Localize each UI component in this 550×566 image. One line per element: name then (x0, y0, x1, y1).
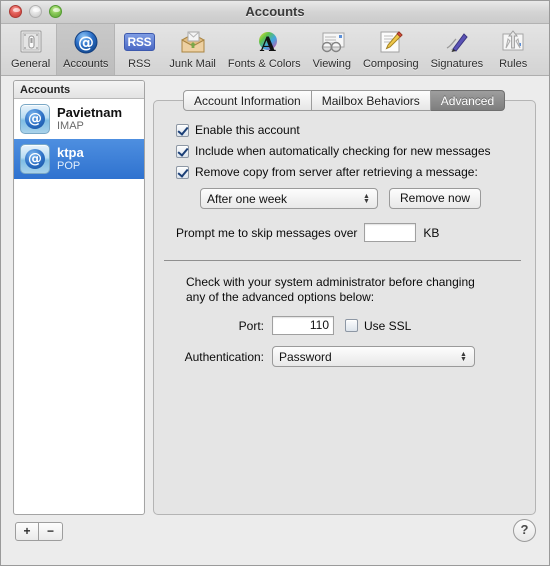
admin-note-line-2: any of the advanced options below: (186, 290, 375, 304)
toolbar-item-signatures[interactable]: Signatures (425, 24, 490, 75)
include-auto-check-label: Include when automatically checking for … (195, 144, 491, 158)
section-divider (164, 260, 521, 261)
account-at-icon: @ (20, 104, 50, 134)
authentication-label: Authentication: (184, 349, 264, 364)
viewing-icon (316, 27, 348, 57)
rss-badge-icon: RSS (123, 27, 156, 57)
authentication-value: Password (279, 349, 332, 364)
toolbar-label-junk-mail: Junk Mail (169, 58, 216, 70)
window-title: Accounts (245, 4, 305, 19)
authentication-popup[interactable]: Password ▲ ▼ (272, 346, 475, 367)
accounts-list-header: Accounts (14, 81, 144, 99)
preferences-window: Accounts General @ Accounts RSS RSS Junk… (0, 0, 550, 566)
skip-messages-label: Prompt me to skip messages over (176, 225, 358, 240)
toolbar-item-rules[interactable]: Rules (489, 24, 537, 75)
account-name: Pavietnam (57, 105, 123, 120)
account-name: ktpa (57, 145, 84, 160)
account-at-icon: @ (20, 144, 50, 174)
toolbar-item-general[interactable]: General (5, 24, 56, 75)
list-item-account-pavietnam[interactable]: @ Pavietnam IMAP (14, 99, 144, 139)
general-icon (15, 27, 47, 57)
port-label: Port: (238, 318, 264, 333)
chevron-updown-icon: ▲ ▼ (460, 350, 467, 363)
toolbar-item-accounts[interactable]: @ Accounts (56, 24, 116, 75)
rules-icon (497, 27, 529, 57)
row-remove-copy[interactable]: Remove copy from server after retrieving… (176, 165, 535, 179)
remove-copy-label: Remove copy from server after retrieving… (195, 165, 478, 179)
toolbar-label-general: General (11, 58, 51, 70)
row-remove-schedule: After one week ▲ ▼ Remove now (200, 188, 535, 209)
row-port: Port: 110 Use SSL (154, 316, 535, 335)
svg-text:@: @ (78, 33, 94, 52)
skip-messages-unit: KB (423, 225, 440, 240)
window-controls (9, 5, 62, 18)
remove-copy-checkbox[interactable] (176, 166, 189, 179)
toolbar-label-signatures: Signatures (430, 58, 484, 70)
toolbar-label-rules: Rules (499, 58, 528, 70)
minimize-button[interactable] (29, 5, 42, 18)
advanced-settings-form: Enable this account Include when automat… (154, 101, 535, 367)
toolbar-item-rss[interactable]: RSS RSS (115, 24, 163, 75)
chevron-updown-icon: ▲ ▼ (363, 192, 370, 205)
use-ssl-label: Use SSL (364, 318, 412, 333)
toolbar-label-viewing: Viewing (312, 58, 351, 70)
toolbar-label-fonts-colors: Fonts & Colors (227, 58, 301, 70)
row-skip-messages: Prompt me to skip messages over KB (176, 223, 535, 242)
preferences-content: Accounts @ Pavietnam IMAP @ ktpa POP + −… (1, 76, 549, 565)
enable-account-checkbox[interactable] (176, 124, 189, 137)
row-enable-account[interactable]: Enable this account (176, 123, 535, 137)
toolbar-item-viewing[interactable]: Viewing (307, 24, 357, 75)
fonts-colors-icon: A (248, 27, 280, 57)
signatures-icon (441, 27, 473, 57)
admin-note-line-1: Check with your system administrator bef… (186, 275, 475, 289)
tab-account-information[interactable]: Account Information (183, 90, 312, 111)
account-type: POP (57, 160, 81, 173)
remove-schedule-popup[interactable]: After one week ▲ ▼ (200, 188, 378, 209)
tab-advanced[interactable]: Advanced (430, 90, 506, 111)
close-button[interactable] (9, 5, 22, 18)
row-include-auto-check[interactable]: Include when automatically checking for … (176, 144, 535, 158)
remove-now-button[interactable]: Remove now (389, 188, 482, 209)
remove-account-button[interactable]: − (39, 522, 63, 541)
port-input[interactable]: 110 (272, 316, 334, 335)
toolbar-label-composing: Composing (362, 58, 419, 70)
account-tabview: Enable this account Include when automat… (153, 90, 536, 515)
tab-strip: Account Information Mailbox Behaviors Ad… (183, 90, 506, 111)
accounts-at-icon: @ (70, 27, 102, 57)
tab-mailbox-behaviors[interactable]: Mailbox Behaviors (311, 90, 431, 111)
toolbar-item-composing[interactable]: Composing (357, 24, 425, 75)
account-type: IMAP (57, 120, 84, 133)
admin-note: Check with your system administrator bef… (186, 275, 496, 305)
help-button[interactable]: ? (513, 519, 536, 542)
account-add-remove-group: + − (15, 522, 63, 541)
zoom-button[interactable] (49, 5, 62, 18)
composing-icon (375, 27, 407, 57)
skip-messages-input[interactable] (364, 223, 417, 242)
toolbar-label-rss: RSS (128, 58, 151, 70)
toolbar-item-fonts-colors[interactable]: A Fonts & Colors (222, 24, 307, 75)
add-account-button[interactable]: + (15, 522, 39, 541)
toolbar-item-junk-mail[interactable]: Junk Mail (163, 24, 221, 75)
tab-panel-advanced: Enable this account Include when automat… (153, 100, 536, 515)
junk-mail-icon (177, 27, 209, 57)
list-item-account-ktpa[interactable]: @ ktpa POP (14, 139, 144, 179)
toolbar-label-accounts: Accounts (63, 58, 109, 70)
svg-text:A: A (259, 32, 276, 55)
include-auto-check-checkbox[interactable] (176, 145, 189, 158)
title-bar: Accounts (1, 1, 549, 24)
row-authentication: Authentication: Password ▲ ▼ (154, 346, 535, 367)
remove-schedule-value: After one week (207, 191, 288, 206)
preferences-toolbar: General @ Accounts RSS RSS Junk Mail A F… (1, 24, 549, 76)
enable-account-label: Enable this account (195, 123, 300, 137)
use-ssl-checkbox[interactable] (345, 319, 358, 332)
accounts-list[interactable]: Accounts @ Pavietnam IMAP @ ktpa POP (13, 80, 145, 515)
